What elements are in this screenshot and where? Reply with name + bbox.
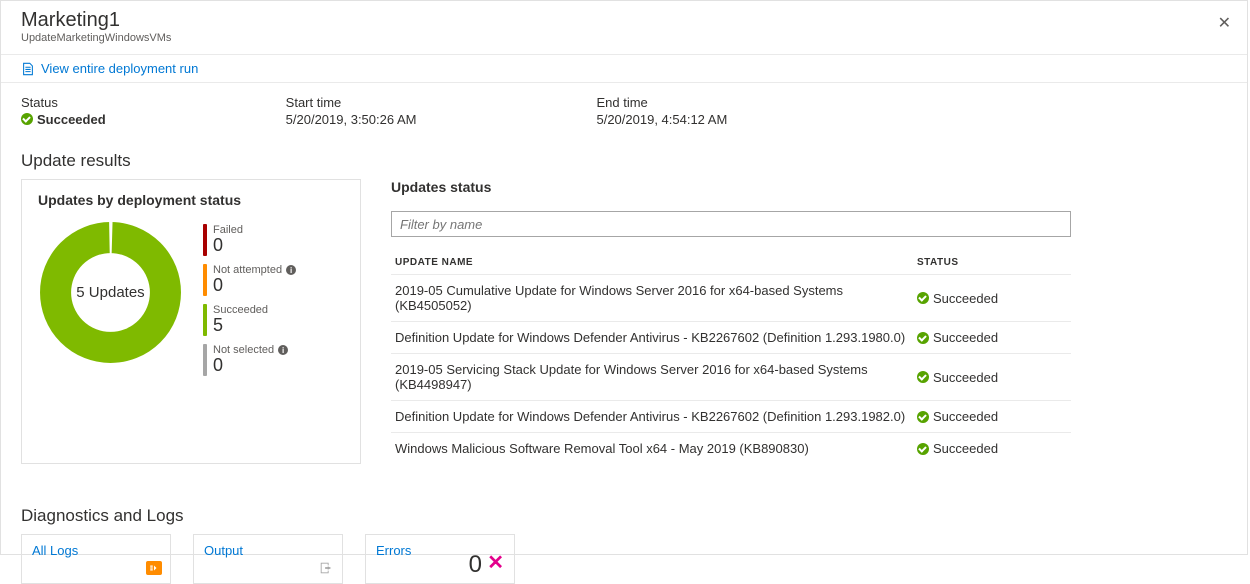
cell-status: Succeeded bbox=[917, 409, 1067, 424]
cell-update-name: 2019-05 Servicing Stack Update for Windo… bbox=[395, 362, 917, 392]
document-icon bbox=[21, 62, 35, 76]
success-icon bbox=[917, 371, 929, 383]
page-title: Marketing1 bbox=[21, 9, 1227, 32]
status-block: Status Succeeded bbox=[21, 95, 106, 127]
blade-header: Marketing1 UpdateMarketingWindowsVMs ✕ bbox=[1, 1, 1247, 55]
errors-card[interactable]: Errors 0 ✕ bbox=[365, 534, 515, 584]
success-icon bbox=[917, 411, 929, 423]
diagnostics-row: All Logs Output Errors 0 ✕ bbox=[1, 534, 1247, 584]
end-time-value: 5/20/2019, 4:54:12 AM bbox=[596, 112, 727, 127]
error-x-icon: ✕ bbox=[487, 550, 504, 575]
view-deployment-label: View entire deployment run bbox=[41, 61, 198, 76]
end-time-block: End time 5/20/2019, 4:54:12 AM bbox=[596, 95, 727, 127]
updates-table: UPDATE NAME STATUS 2019-05 Cumulative Up… bbox=[391, 251, 1071, 464]
detail-blade: Marketing1 UpdateMarketingWindowsVMs ✕ V… bbox=[0, 0, 1248, 555]
legend-item: Succeeded5 bbox=[203, 304, 296, 336]
cell-update-name: Definition Update for Windows Defender A… bbox=[395, 330, 917, 345]
cell-status: Succeeded bbox=[917, 291, 1067, 306]
success-icon bbox=[917, 292, 929, 304]
legend-value: 0 bbox=[213, 236, 243, 254]
table-row[interactable]: Definition Update for Windows Defender A… bbox=[391, 321, 1071, 353]
status-value: Succeeded bbox=[21, 112, 106, 127]
table-row[interactable]: Definition Update for Windows Defender A… bbox=[391, 400, 1071, 432]
success-icon bbox=[917, 332, 929, 344]
legend-label: Not selectedi bbox=[213, 344, 288, 356]
donut-center-label: 5 Updates bbox=[38, 220, 183, 365]
legend-value: 5 bbox=[213, 316, 268, 334]
legend-value: 0 bbox=[213, 356, 288, 374]
table-row[interactable]: 2019-05 Cumulative Update for Windows Se… bbox=[391, 274, 1071, 321]
table-row[interactable]: 2019-05 Servicing Stack Update for Windo… bbox=[391, 353, 1071, 400]
legend-color-bar bbox=[203, 264, 207, 296]
close-icon: ✕ bbox=[1218, 15, 1231, 32]
view-deployment-link[interactable]: View entire deployment run bbox=[21, 61, 1227, 76]
start-time-value: 5/20/2019, 3:50:26 AM bbox=[286, 112, 417, 127]
all-logs-label: All Logs bbox=[32, 543, 160, 558]
legend-label: Not attemptedi bbox=[213, 264, 296, 276]
col-status[interactable]: STATUS bbox=[917, 257, 1067, 268]
cell-status: Succeeded bbox=[917, 370, 1067, 385]
logs-icon bbox=[146, 561, 162, 575]
update-results-heading: Update results bbox=[21, 151, 1247, 171]
page-subtitle: UpdateMarketingWindowsVMs bbox=[21, 32, 1227, 44]
chart-legend: Failed0Not attemptedi0Succeeded5Not sele… bbox=[203, 220, 296, 376]
legend-color-bar bbox=[203, 344, 207, 376]
cell-update-name: Definition Update for Windows Defender A… bbox=[395, 409, 917, 424]
start-time-block: Start time 5/20/2019, 3:50:26 AM bbox=[286, 95, 417, 127]
legend-color-bar bbox=[203, 224, 207, 256]
legend-item: Not selectedi0 bbox=[203, 344, 296, 376]
all-logs-card[interactable]: All Logs bbox=[21, 534, 171, 584]
filter-input[interactable] bbox=[391, 211, 1071, 237]
output-label: Output bbox=[204, 543, 332, 558]
success-icon bbox=[917, 443, 929, 455]
updates-status-heading: Updates status bbox=[391, 179, 1071, 195]
start-time-label: Start time bbox=[286, 95, 417, 110]
legend-value: 0 bbox=[213, 276, 296, 294]
updates-status-panel: Updates status UPDATE NAME STATUS 2019-0… bbox=[391, 179, 1071, 464]
cell-update-name: Windows Malicious Software Removal Tool … bbox=[395, 441, 917, 456]
end-time-label: End time bbox=[596, 95, 727, 110]
errors-count: 0 bbox=[469, 551, 482, 579]
table-header: UPDATE NAME STATUS bbox=[391, 251, 1071, 274]
cell-status: Succeeded bbox=[917, 330, 1067, 345]
legend-item: Not attemptedi0 bbox=[203, 264, 296, 296]
cell-status: Succeeded bbox=[917, 441, 1067, 456]
output-card[interactable]: Output bbox=[193, 534, 343, 584]
deployment-status-card: Updates by deployment status 5 Updates F… bbox=[21, 179, 361, 464]
chart-title: Updates by deployment status bbox=[38, 192, 344, 208]
results-row: Updates by deployment status 5 Updates F… bbox=[1, 179, 1247, 464]
chart-body: 5 Updates Failed0Not attemptedi0Succeede… bbox=[38, 220, 344, 376]
table-row[interactable]: Windows Malicious Software Removal Tool … bbox=[391, 432, 1071, 464]
info-icon[interactable]: i bbox=[278, 345, 288, 355]
cell-update-name: 2019-05 Cumulative Update for Windows Se… bbox=[395, 283, 917, 313]
errors-label: Errors bbox=[376, 543, 504, 558]
close-button[interactable]: ✕ bbox=[1214, 9, 1235, 37]
legend-color-bar bbox=[203, 304, 207, 336]
status-label: Status bbox=[21, 95, 106, 110]
deploy-link-bar: View entire deployment run bbox=[1, 55, 1247, 83]
export-icon bbox=[318, 561, 334, 575]
success-icon bbox=[21, 113, 33, 125]
status-summary-row: Status Succeeded Start time 5/20/2019, 3… bbox=[1, 83, 1247, 127]
info-icon[interactable]: i bbox=[286, 265, 296, 275]
col-update-name[interactable]: UPDATE NAME bbox=[395, 257, 917, 268]
donut-chart: 5 Updates bbox=[38, 220, 183, 365]
diagnostics-heading: Diagnostics and Logs bbox=[21, 506, 1247, 526]
legend-item: Failed0 bbox=[203, 224, 296, 256]
